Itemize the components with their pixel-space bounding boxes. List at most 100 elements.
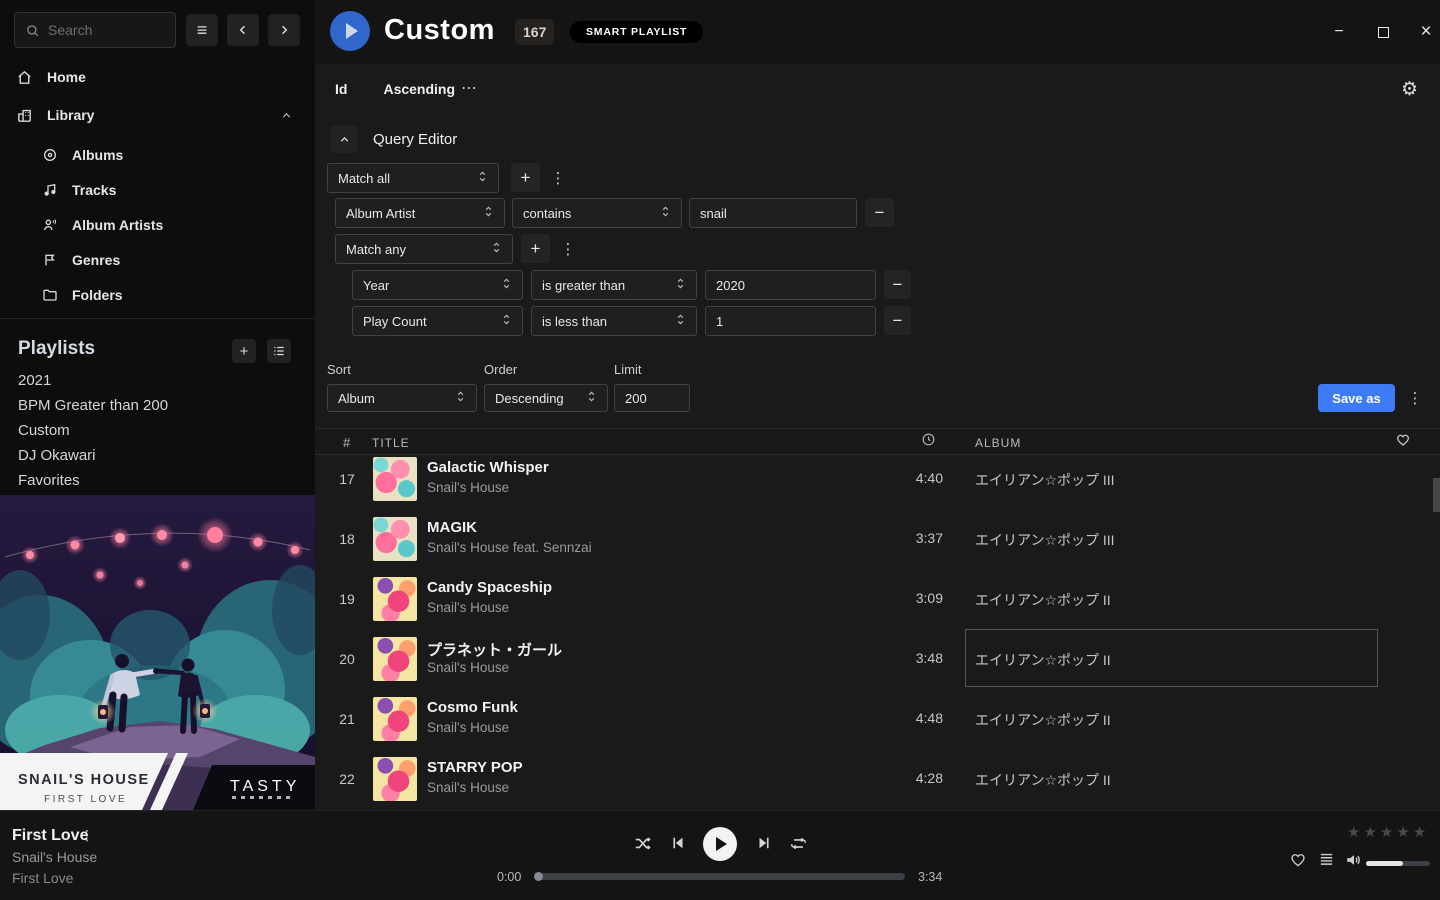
track-row[interactable]: 21 Cosmo Funk Snail's House 4:48 エイリアン☆ポ… — [315, 689, 1440, 749]
rule-operator-select-1[interactable]: contains — [512, 198, 682, 228]
queue-button[interactable] — [1318, 851, 1335, 873]
playlist-list-button[interactable] — [267, 339, 291, 363]
star-icon[interactable]: ★ — [1347, 824, 1363, 841]
limit-label: Limit — [614, 362, 641, 377]
limit-field[interactable] — [614, 384, 690, 412]
rule-value-field-2[interactable] — [705, 270, 876, 300]
star-icon[interactable]: ★ — [1380, 824, 1396, 841]
limit-input[interactable] — [625, 391, 679, 406]
duration-clock-icon[interactable] — [921, 432, 936, 447]
sidebar-item-genres[interactable]: Genres — [0, 246, 315, 274]
repeat-button[interactable] — [789, 834, 808, 858]
add-rule-button-2[interactable]: + — [521, 234, 550, 263]
menu-button[interactable]: ≡ — [186, 14, 218, 46]
shuffle-button[interactable] — [633, 834, 652, 858]
group-menu-button-1[interactable]: ⋮ — [549, 163, 567, 192]
rule-operator-select-3[interactable]: is less than — [531, 306, 697, 336]
remove-rule-button-1[interactable]: − — [865, 198, 894, 227]
now-playing-artist[interactable]: Snail's House — [12, 849, 97, 865]
previous-track-button[interactable] — [669, 834, 687, 857]
match-type-select-2[interactable]: Match any — [335, 234, 513, 264]
sidebar-item-albums[interactable]: Albums — [0, 141, 315, 169]
maximize-button[interactable] — [1368, 22, 1398, 42]
tracklist-scrollbar[interactable] — [1433, 478, 1440, 512]
remove-rule-button-3[interactable]: − — [884, 306, 911, 335]
playlist-item[interactable]: 2021 — [18, 372, 278, 389]
sidebar: ≡ Home Library Albums Tracks A — [0, 0, 315, 810]
rule-value-field-3[interactable] — [705, 306, 876, 336]
track-album: エイリアン☆ポップ II — [975, 590, 1111, 610]
favorite-heart-button[interactable] — [1289, 851, 1307, 874]
now-playing-title[interactable]: First Love — [12, 827, 88, 845]
add-rule-button-1[interactable]: + — [511, 163, 540, 192]
play-playlist-button[interactable] — [330, 11, 370, 51]
track-row[interactable]: 18 MAGIK Snail's House feat. Sennzai 3:3… — [315, 509, 1440, 569]
seek-handle[interactable] — [534, 872, 543, 881]
chevron-up-icon[interactable] — [280, 109, 293, 122]
track-row[interactable]: 19 Candy Spaceship Snail's House 3:09 エイ… — [315, 569, 1440, 629]
rule-field-select-1[interactable]: Album Artist — [335, 198, 505, 228]
sort-select[interactable]: Album — [327, 384, 477, 412]
close-button[interactable]: × — [1411, 22, 1440, 42]
track-row[interactable]: 22 STARRY POP Snail's House 4:28 エイリアン☆ポ… — [315, 749, 1440, 809]
back-button[interactable] — [227, 14, 259, 46]
sidebar-item-folders[interactable]: Folders — [0, 281, 315, 309]
remove-rule-button-2[interactable]: − — [884, 270, 911, 299]
playlist-item[interactable]: Custom — [18, 422, 278, 439]
sort-direction-button[interactable]: Ascending — [383, 81, 455, 97]
sort-field-button[interactable]: Id — [335, 81, 347, 97]
album-art-thumbnail — [373, 697, 417, 741]
now-playing-album[interactable]: First Love — [12, 870, 73, 886]
track-row[interactable]: 20 プラネット・ガール Snail's House 3:48 エイリアン☆ポッ… — [315, 629, 1440, 689]
playlist-item[interactable]: Favorites — [18, 472, 278, 489]
column-number[interactable]: # — [343, 435, 351, 450]
favorite-heart-icon[interactable] — [1395, 432, 1411, 448]
rule-value-input-3[interactable] — [716, 314, 865, 329]
play-pause-button[interactable] — [703, 827, 737, 861]
query-editor-collapse-button[interactable] — [330, 125, 358, 153]
playlist-item[interactable]: DJ Okawari — [18, 447, 278, 464]
volume-slider[interactable] — [1366, 861, 1430, 866]
elapsed-time: 0:00 — [497, 870, 521, 884]
star-icon[interactable]: ★ — [1363, 824, 1379, 841]
save-as-button[interactable]: Save as — [1318, 384, 1395, 412]
star-icon[interactable]: ★ — [1396, 824, 1412, 841]
sidebar-item-tracks[interactable]: Tracks — [0, 176, 315, 204]
search-box[interactable] — [14, 12, 176, 48]
total-time: 3:34 — [918, 870, 942, 884]
minus-icon: − — [893, 275, 903, 295]
rule-value-input-1[interactable] — [700, 206, 846, 221]
playlist-item[interactable]: BPM Greater than 200 — [18, 397, 278, 414]
next-track-button[interactable] — [755, 834, 773, 857]
order-select[interactable]: Descending — [484, 384, 608, 412]
track-row[interactable]: 17 Galactic Whisper Snail's House 4:40 エ… — [315, 456, 1440, 509]
rule-field-select-3[interactable]: Play Count — [352, 306, 523, 336]
rule-value-field-1[interactable] — [689, 198, 857, 228]
seek-bar[interactable] — [535, 873, 905, 880]
sidebar-item-album-artists[interactable]: Album Artists — [0, 211, 315, 239]
star-icon[interactable]: ★ — [1413, 824, 1429, 841]
settings-gear-icon[interactable]: ⚙ — [1401, 78, 1418, 101]
track-album: エイリアン☆ポップ III — [975, 470, 1115, 490]
now-playing-menu-button[interactable]: ⋮ — [80, 827, 94, 844]
forward-button[interactable] — [268, 14, 300, 46]
add-playlist-button[interactable]: + — [232, 339, 256, 363]
search-input[interactable] — [48, 22, 158, 38]
minimize-button[interactable]: − — [1324, 22, 1354, 42]
sidebar-item-home[interactable]: Home — [0, 63, 315, 91]
group-menu-button-2[interactable]: ⋮ — [559, 234, 577, 263]
rule-operator-select-2[interactable]: is greater than — [531, 270, 697, 300]
rule-value-input-2[interactable] — [716, 278, 865, 293]
column-title[interactable]: TITLE — [372, 436, 410, 450]
column-album[interactable]: ALBUM — [975, 436, 1021, 450]
save-menu-button[interactable]: ⋮ — [1406, 384, 1424, 412]
match-type-select-1[interactable]: Match all — [327, 163, 499, 193]
track-album: エイリアン☆ポップ III — [975, 530, 1115, 550]
more-options-button[interactable]: ⋯ — [461, 78, 477, 98]
rule-field-select-2[interactable]: Year — [352, 270, 523, 300]
rating-stars[interactable]: ★★★★★ — [1347, 823, 1429, 841]
now-playing-album-art[interactable]: SNAIL'S HOUSE FIRST LOVE TASTY — [0, 495, 315, 810]
sidebar-item-library[interactable]: Library — [0, 101, 315, 129]
volume-icon[interactable] — [1345, 851, 1363, 874]
minimize-icon: − — [1334, 23, 1343, 41]
